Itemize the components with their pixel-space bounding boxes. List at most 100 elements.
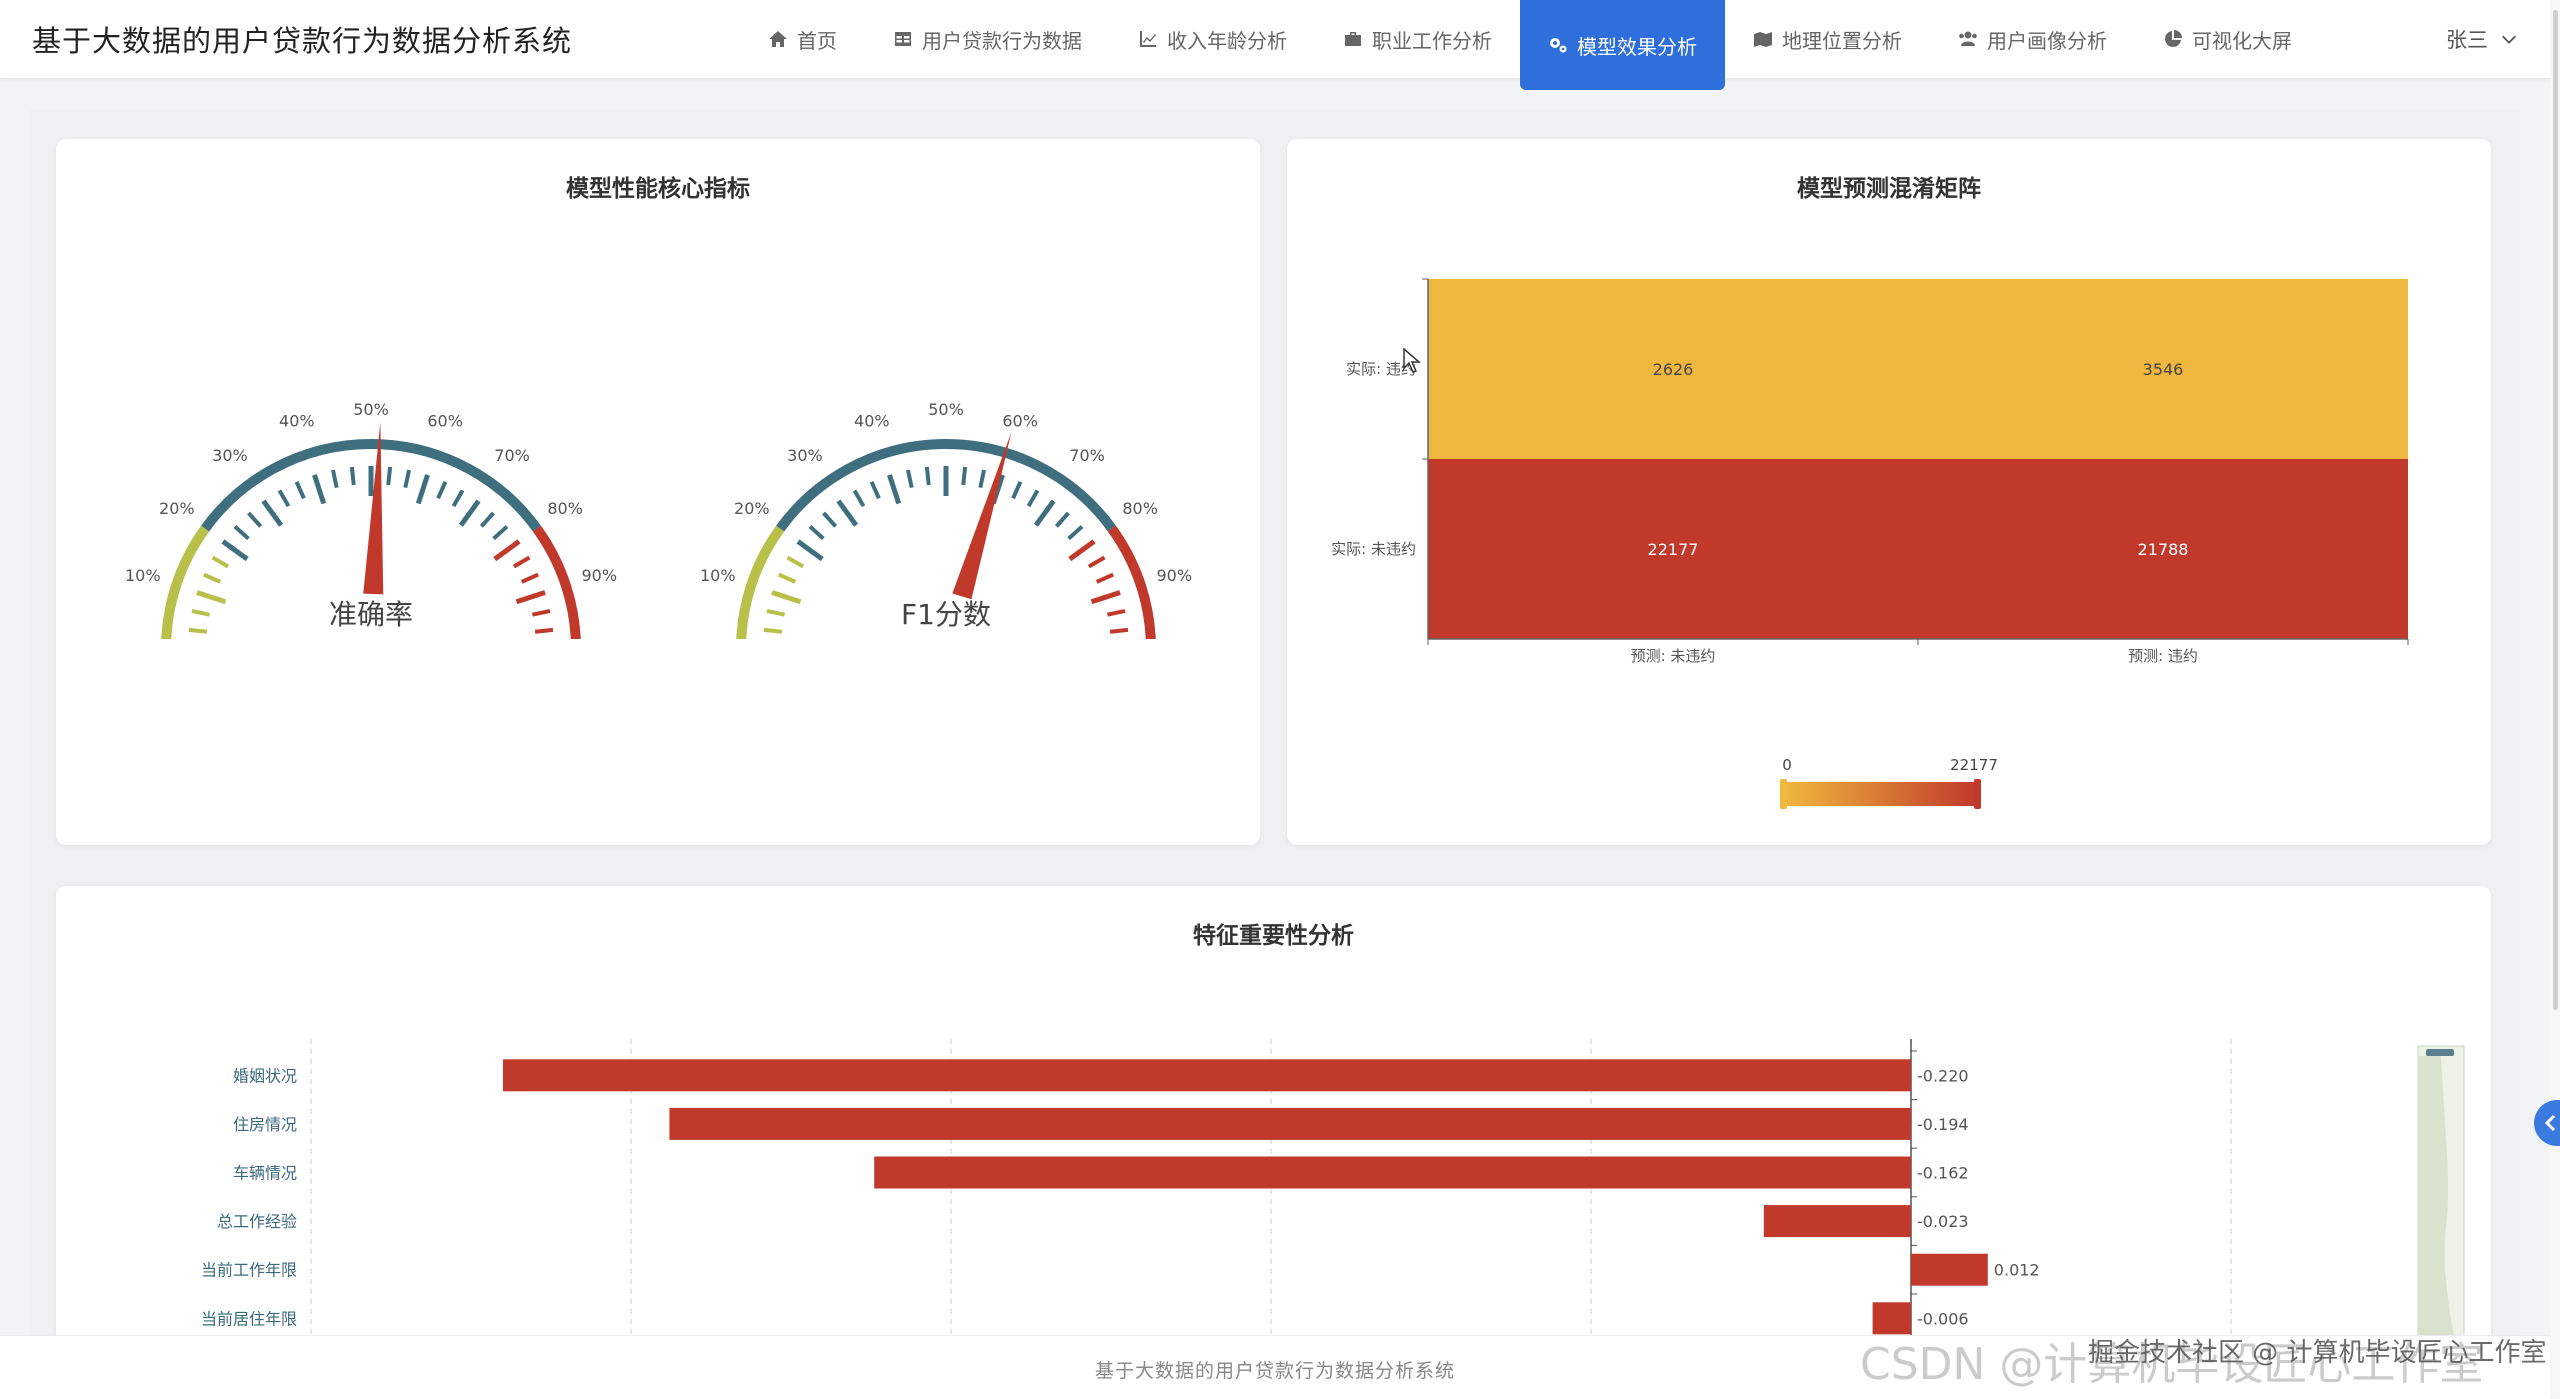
gauge-tick — [349, 466, 356, 486]
gauge-tick-label: 30% — [212, 446, 248, 465]
feature-bar — [1763, 1205, 1911, 1238]
page-scrollbar-thumb[interactable] — [2553, 10, 2558, 1010]
feature-value-label: -0.220 — [1917, 1066, 1969, 1085]
gauge-tick — [796, 539, 824, 562]
gauge-name: F1分数 — [901, 598, 991, 631]
gauge-tick — [836, 499, 859, 527]
gears-icon — [1550, 38, 1567, 53]
gauge-tick — [492, 525, 509, 541]
gauge-tick-label: 10% — [700, 566, 736, 585]
feature-bar — [874, 1156, 1912, 1189]
feature-card: 特征重要性分析 婚姻状况 -0.220 住房情况 -0.194 车辆情况 -0.162 总工… — [56, 886, 2491, 1346]
gauge-tick — [771, 590, 802, 605]
gauge-arc-low — [736, 525, 785, 639]
side-collapse-button[interactable] — [2534, 1100, 2560, 1146]
feature-value-label: -0.023 — [1917, 1212, 1969, 1231]
juejin-watermark: 掘金技术社区 @ 计算机毕设匠心工作室 — [2088, 1338, 2547, 1368]
feature-category-label: 住房情况 — [233, 1115, 297, 1134]
map-icon — [1754, 32, 1772, 47]
gauge-tick-label: 50% — [353, 400, 389, 419]
nav-item-occupation[interactable]: 职业工作分析 — [1315, 0, 1520, 78]
data-zoom-handle — [2426, 1049, 2454, 1056]
feature-value-label: -0.162 — [1917, 1164, 1969, 1183]
nav-item-home[interactable]: 首页 — [740, 0, 865, 78]
gauge-tick — [330, 469, 339, 489]
gauge-tick — [403, 469, 412, 489]
nav-item-income-age[interactable]: 收入年龄分析 — [1110, 0, 1315, 78]
gauge-tick-label: 60% — [1002, 412, 1038, 431]
gauge-tick — [808, 525, 825, 541]
gauge-tick — [479, 511, 495, 528]
gauge-arc-high — [1107, 525, 1156, 639]
nav-item-geo[interactable]: 地理位置分析 — [1725, 0, 1930, 78]
gauge-arc-high — [532, 525, 581, 639]
gauge-tick — [294, 481, 306, 500]
visual-map-max-label: 22177 — [1950, 756, 1998, 774]
gauge-tick — [458, 499, 481, 527]
gauge-tick — [1068, 539, 1096, 562]
gauge-tick — [763, 627, 783, 634]
chevron-down-icon — [2502, 35, 2516, 44]
feature-bar — [503, 1059, 1911, 1092]
mouse-cursor-icon — [1403, 347, 1422, 378]
gauge-tick — [312, 474, 327, 505]
table-icon — [895, 32, 911, 46]
feature-category-label: 婚姻状况 — [233, 1066, 297, 1085]
gauge-tick — [905, 469, 914, 489]
gauge-tick-label: 40% — [279, 412, 315, 431]
feature-category-label: 当前工作年限 — [201, 1261, 297, 1280]
nav-item-label: 模型效果分析 — [1577, 34, 1697, 59]
briefcase-icon — [1345, 32, 1361, 46]
gauge-tick-label: 30% — [787, 446, 823, 465]
gauge-tick — [1106, 608, 1126, 617]
nav-item-loan-data[interactable]: 用户贷款行为数据 — [865, 0, 1110, 78]
user-name: 张三 — [2446, 28, 2488, 52]
feature-bar — [669, 1107, 1911, 1140]
gauge-tick — [531, 608, 551, 617]
gauge-tick — [887, 474, 902, 505]
heatmap-cell-label: 21788 — [2138, 540, 2189, 559]
gauge-tick — [436, 481, 448, 500]
nav-item-dashboard[interactable]: 可视化大屏 — [2135, 0, 2320, 78]
gauge-tick — [869, 481, 881, 500]
gauges-chart: 0%10%20%30%40%50%60%70%80%90%100%准确率51.3… — [125, 400, 1192, 639]
gauge-tick — [822, 511, 838, 528]
gauge-tick — [512, 555, 531, 569]
visual-map-bar — [1783, 782, 1978, 806]
gauge-tick — [261, 499, 284, 527]
gauge-tick — [1026, 489, 1040, 508]
line-chart-icon — [1140, 31, 1156, 47]
visual-map-handle-min — [1780, 779, 1787, 809]
feature-category-label: 当前居住年限 — [201, 1309, 297, 1328]
gauge-name: 准确率 — [329, 598, 413, 631]
gauge-tick-label: 80% — [1122, 499, 1158, 518]
chevron-left-icon — [2544, 1114, 2556, 1132]
users-icon — [1959, 31, 1977, 46]
nav-item-model-analysis[interactable]: 模型效果分析 — [1520, 0, 1725, 90]
feature-importance-chart: 婚姻状况 -0.220 住房情况 -0.194 车辆情况 -0.162 总工作经验 -0.02… — [201, 1039, 2465, 1346]
nav-item-label: 职业工作分析 — [1372, 28, 1492, 53]
gauge-tick — [415, 474, 430, 505]
gauge-tick-label: 70% — [494, 446, 530, 465]
heatmap-x-label: 预测: 未违约 — [1631, 647, 1716, 665]
gauge-tick-label: 90% — [581, 566, 617, 585]
confusion-card: 模型预测混淆矩阵 2626 3546 22177 21788 实际: 违约 实际: 未违约… — [1287, 139, 2491, 845]
app-title: 基于大数据的用户贷款行为数据分析系统 — [32, 24, 573, 58]
gauge-arc-low — [161, 525, 210, 639]
feature-value-label: -0.194 — [1917, 1115, 1969, 1134]
gauge-tick-label: 90% — [1156, 566, 1192, 585]
gauge-tick-label: 70% — [1069, 446, 1105, 465]
gauge-tick — [211, 555, 230, 569]
gauge-tick-label: 20% — [159, 499, 195, 518]
nav-item-user-profile[interactable]: 用户画像分析 — [1930, 0, 2135, 78]
metrics-card: 模型性能核心指标 0%10%20%30%40%50%60%70%80%90%10… — [56, 139, 1260, 845]
nav-item-label: 收入年龄分析 — [1167, 28, 1287, 53]
visual-map-min-label: 0 — [1782, 756, 1792, 774]
feature-category-label: 总工作经验 — [217, 1212, 297, 1231]
main-nav: 首页 用户贷款行为数据 收入年龄分析 职业工作分析 模型效果分析 地理位置分析 … — [740, 0, 2320, 90]
user-menu[interactable]: 张三 — [2446, 24, 2518, 54]
gauge-tick — [520, 572, 539, 584]
gauge-tick — [221, 539, 249, 562]
gauge-tick — [451, 489, 465, 508]
gauge-tick — [277, 489, 291, 508]
